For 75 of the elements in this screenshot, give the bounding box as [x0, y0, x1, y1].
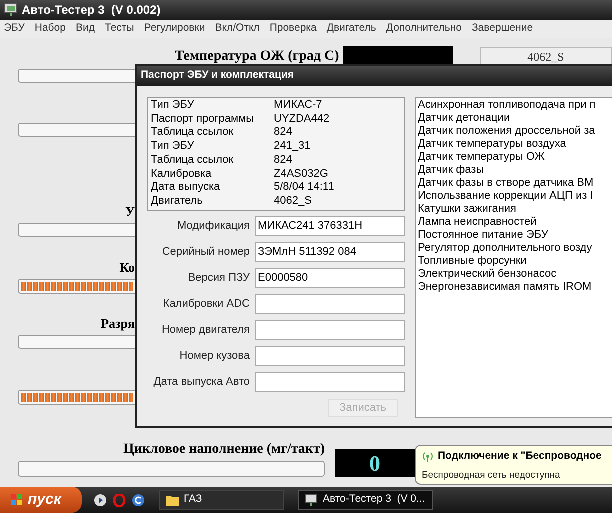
list-item[interactable]: Лампа неисправностей — [418, 216, 612, 229]
folder-icon — [166, 494, 179, 506]
window-title: Авто-Тестер 3 (V 0.002) — [22, 2, 161, 19]
info-label: Таблица ссылок — [151, 126, 235, 140]
play-icon[interactable] — [94, 494, 107, 506]
text-field[interactable] — [255, 320, 405, 340]
list-item[interactable]: Топливные форсунки — [418, 255, 612, 268]
info-value: МИКАС-7 — [274, 99, 322, 113]
list-item[interactable]: Датчик положения дроссельной за — [418, 125, 612, 138]
text-field[interactable] — [255, 346, 405, 366]
flag-icon — [10, 493, 24, 507]
monitor-icon — [305, 494, 318, 506]
menu-item[interactable]: Вкл/Откл — [215, 21, 260, 37]
list-item[interactable]: Датчик детонации — [418, 112, 612, 125]
field-label: Калибровки ADC — [162, 296, 250, 312]
list-item[interactable]: Датчик фазы в створе датчика ВМ — [418, 177, 612, 190]
info-value: 5/8/04 14:11 — [274, 181, 334, 195]
info-value: Z4AS032G — [274, 168, 328, 182]
gauge-label: Цикловое наполнение (мг/такт) — [123, 441, 325, 459]
field-label: Модификация — [176, 218, 250, 234]
text-field[interactable] — [255, 372, 405, 392]
list-item[interactable]: Электрический бензонасос — [418, 268, 612, 281]
gauge-label: Ко — [120, 260, 135, 276]
field-label: Номер двигателя — [160, 322, 250, 338]
text-field[interactable] — [255, 294, 405, 314]
info-label: Калибровка — [151, 168, 213, 182]
menu-item[interactable]: Проверка — [270, 21, 317, 37]
text-field[interactable]: МИКАС241 376331H — [255, 216, 405, 236]
list-item[interactable]: Энергонезависимая память IROM — [418, 281, 612, 294]
info-value: UYZDA442 — [274, 112, 330, 126]
info-value: 241_31 — [274, 140, 311, 154]
dialog-title: Паспорт ЭБУ и комплектация — [137, 66, 612, 86]
list-item[interactable]: Постоянное питание ЭБУ — [418, 229, 612, 242]
info-value: 4062_S — [274, 194, 312, 209]
list-item[interactable]: Датчик температуры воздуха — [418, 138, 612, 151]
text-field[interactable]: E0000580 — [255, 268, 405, 288]
gauge-label: У — [125, 204, 135, 220]
wireless-icon — [422, 450, 434, 463]
gauge-display: 0 — [335, 449, 415, 477]
field-label: Версия ПЗУ — [187, 270, 250, 286]
menu-item[interactable]: Тесты — [105, 21, 134, 37]
list-item[interactable]: Использвание коррекции АЦП из I — [418, 190, 612, 203]
field-label: Дата выпуска Авто — [152, 374, 250, 390]
menu-item[interactable]: Двигатель — [326, 21, 376, 37]
info-value: 824 — [274, 126, 292, 140]
list-item[interactable]: Датчик температуры ОЖ — [418, 151, 612, 164]
field-label: Серийный номер — [161, 244, 250, 260]
info-label: Таблица ссылок — [151, 154, 235, 168]
taskbar-button[interactable]: Авто-Тестер 3 (V 0... — [298, 490, 433, 510]
menu-item[interactable]: Регулировки — [144, 21, 206, 37]
browser-icon[interactable] — [132, 494, 145, 506]
balloon-text: Беспроводная сеть недоступна — [422, 468, 562, 483]
list-item[interactable]: Асинхронная топливоподача при п — [418, 99, 612, 112]
menu-item[interactable]: Дополнительно — [386, 21, 462, 37]
info-label: Двигатель — [151, 194, 204, 209]
menu-item[interactable]: Завершение — [472, 21, 534, 37]
list-item[interactable]: Катушки зажигания — [418, 203, 612, 216]
gauge-label: Температура ОЖ (град С) — [175, 48, 340, 66]
text-field[interactable]: ЗЭМлН 511392 084 — [255, 242, 405, 262]
menu-item[interactable]: Набор — [34, 21, 66, 37]
list-item[interactable]: Регулятор дополнительного возду — [418, 242, 612, 255]
balloon-title: Подключение к "Беспроводное — [438, 449, 602, 464]
menu-item[interactable]: Вид — [76, 21, 95, 37]
info-value: 824 — [274, 154, 292, 168]
monitor-icon — [4, 3, 18, 17]
start-button[interactable]: пуск — [0, 487, 82, 513]
menu-item[interactable]: ЭБУ — [4, 21, 25, 37]
info-label: Тип ЭБУ — [151, 99, 196, 113]
list-item[interactable]: Датчик фазы — [418, 164, 612, 177]
info-label: Тип ЭБУ — [151, 140, 196, 154]
field-label: Номер кузова — [178, 348, 250, 364]
info-label: Паспорт программы — [151, 112, 256, 126]
info-label: Дата выпуска — [151, 181, 222, 195]
taskbar-button[interactable]: ГАЗ — [159, 490, 284, 510]
gauge-label: Разря — [101, 316, 135, 332]
